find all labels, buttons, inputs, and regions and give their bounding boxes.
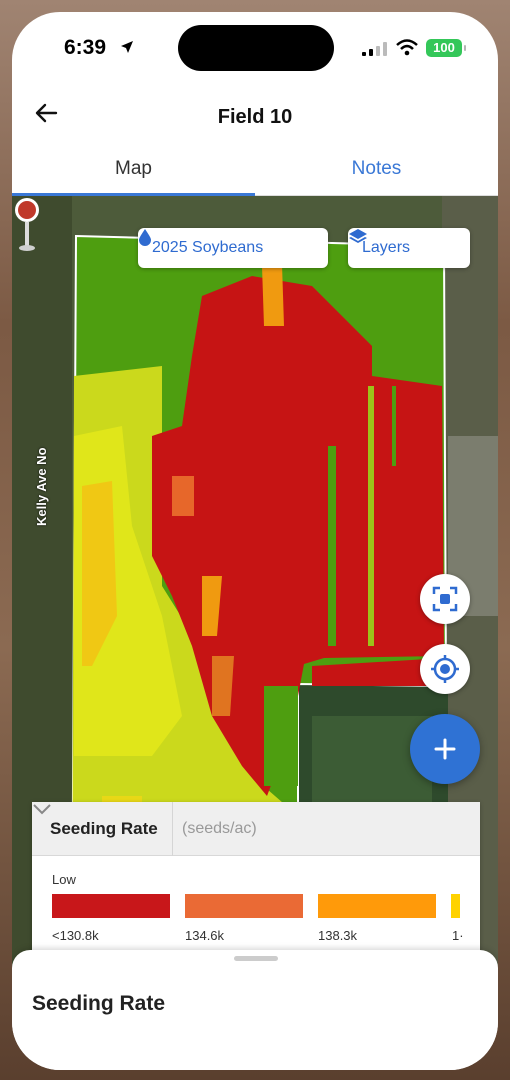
legend-swatch [451, 894, 460, 918]
dynamic-island [178, 25, 334, 71]
legend-divider [172, 802, 173, 856]
tab-map[interactable]: Map [12, 158, 255, 180]
legend-title: Seeding Rate [50, 819, 158, 838]
legend-low-label: Low [52, 872, 76, 887]
crop-selector-button[interactable]: 2025 Soybeans [138, 228, 328, 268]
legend-swatch [185, 894, 303, 918]
road-label: Kelly Ave No [34, 447, 49, 526]
phone-screen: 6:39 100 Field 10 Map Notes 2025 Soybean… [12, 12, 498, 1070]
legend-swatch-label: 134.6k [185, 928, 225, 943]
layers-icon [349, 229, 367, 243]
legend-swatch-label: <130.8k [52, 928, 99, 943]
chevron-down-icon[interactable] [32, 802, 52, 816]
focus-icon [432, 586, 458, 612]
drop-icon [139, 229, 151, 246]
layers-label: Layers [362, 239, 411, 256]
location-arrow-icon [121, 41, 133, 53]
field-map[interactable]: 2025 Soybeans Layers Kelly Ave No Seedin… [12, 196, 498, 972]
sheet-drag-handle[interactable] [234, 956, 278, 961]
legend-swatch [318, 894, 436, 918]
focus-field-button[interactable] [420, 574, 470, 624]
status-time: 6:39 [64, 36, 107, 59]
legend-unit: (seeds/ac) [182, 820, 257, 837]
wifi-icon [396, 39, 418, 56]
page-title: Field 10 [217, 106, 293, 128]
legend-swatch-label: 138.3k [318, 928, 358, 943]
legend-swatch-label: 1· [452, 928, 464, 943]
app-header: Field 10 [12, 84, 498, 144]
seeding-rate-legend: Seeding Rate (seeds/ac) Low <130.8k 134.… [32, 802, 480, 954]
legend-swatch [52, 894, 170, 918]
tab-notes[interactable]: Notes [255, 158, 498, 180]
tab-bar: Map Notes [12, 144, 498, 196]
layers-button[interactable]: Layers [348, 228, 470, 268]
add-button[interactable] [410, 714, 480, 784]
locate-icon [431, 655, 459, 683]
status-bar: 6:39 100 [12, 12, 498, 84]
battery-icon: 100 [426, 39, 466, 57]
signal-icon [362, 42, 387, 56]
bottom-sheet[interactable]: Seeding Rate [12, 950, 498, 1070]
my-location-button[interactable] [420, 644, 470, 694]
plus-icon [434, 738, 456, 760]
crop-selector-label: 2025 Soybeans [152, 239, 264, 256]
map-pin-icon[interactable] [12, 196, 42, 252]
sheet-title: Seeding Rate [32, 992, 166, 1015]
legend-header[interactable]: Seeding Rate (seeds/ac) [32, 802, 480, 856]
